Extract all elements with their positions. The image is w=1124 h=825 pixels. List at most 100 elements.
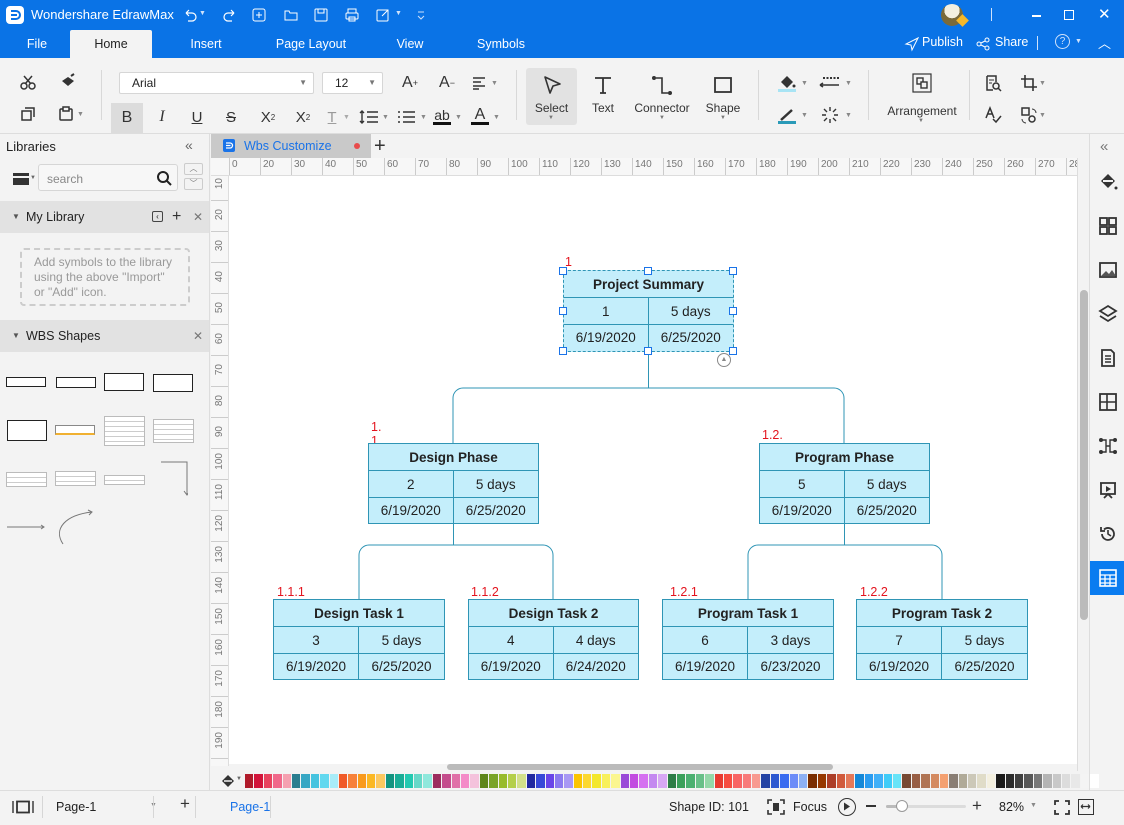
wbs-shape-underlined[interactable] xyxy=(55,425,95,435)
collapse-ribbon-icon[interactable]: ︿ xyxy=(1098,33,1111,52)
color-swatch[interactable] xyxy=(367,774,376,788)
effects-dropdown-icon[interactable]: ▼ xyxy=(845,112,852,119)
color-swatch[interactable] xyxy=(291,774,301,788)
page-select[interactable]: Page-1 ▼ xyxy=(43,795,157,819)
color-swatch[interactable] xyxy=(1033,774,1043,788)
color-swatch[interactable] xyxy=(1071,774,1080,788)
color-swatch[interactable] xyxy=(536,774,545,788)
tab-symbols[interactable]: Symbols xyxy=(462,30,540,58)
redo-icon[interactable] xyxy=(222,7,238,23)
replace-shape-icon[interactable] xyxy=(1018,104,1040,126)
color-swatch[interactable] xyxy=(658,774,667,788)
spell-check-icon[interactable] xyxy=(982,104,1004,126)
color-swatch[interactable] xyxy=(770,774,780,788)
color-swatch[interactable] xyxy=(846,774,855,788)
color-swatch[interactable] xyxy=(1052,774,1061,788)
wbs-shape-task-name[interactable] xyxy=(6,377,46,387)
line-color-dropdown-icon[interactable]: ▼ xyxy=(801,112,808,119)
connector-tool-button[interactable]: Connector ▼ xyxy=(630,68,694,125)
color-swatch[interactable] xyxy=(460,774,470,788)
color-swatch[interactable] xyxy=(921,774,930,788)
color-swatch[interactable] xyxy=(958,774,968,788)
color-swatch[interactable] xyxy=(376,774,385,788)
wbs-node-program-task-1[interactable]: Program Task 1 6 3 days 6/19/2020 6/23/2… xyxy=(662,599,834,680)
highlight-dropdown-icon[interactable]: ▼ xyxy=(455,114,462,121)
replace-shape-dropdown-icon[interactable]: ▼ xyxy=(1039,112,1046,119)
wbs-shape-elbow-connector[interactable] xyxy=(160,461,188,497)
horizontal-scrollbar[interactable] xyxy=(229,764,1077,771)
export-icon[interactable] xyxy=(375,7,391,23)
help-icon[interactable]: ? xyxy=(1055,34,1070,49)
wbs-node-program-phase[interactable]: Program Phase 5 5 days 6/19/2020 6/25/20… xyxy=(759,443,930,524)
color-swatch[interactable] xyxy=(733,774,742,788)
line-style-icon[interactable] xyxy=(819,73,841,93)
wbs-shape-task-full[interactable] xyxy=(7,420,47,441)
resize-handle-n[interactable] xyxy=(644,267,652,275)
wbs-node-design-task-1[interactable]: Design Task 1 3 5 days 6/19/2020 6/25/20… xyxy=(273,599,445,680)
presentation-icon[interactable] xyxy=(1098,480,1118,500)
select-tool-button[interactable]: Select ▼ xyxy=(526,68,577,125)
share-button[interactable]: Share xyxy=(995,35,1028,49)
bullets-dropdown-icon[interactable]: ▼ xyxy=(420,114,427,121)
color-swatch[interactable] xyxy=(432,774,442,788)
color-swatch[interactable] xyxy=(639,774,648,788)
color-swatch[interactable] xyxy=(1043,774,1052,788)
bold-button[interactable]: B xyxy=(111,103,143,133)
color-swatch[interactable] xyxy=(517,774,526,788)
wbs-shape-task-cost[interactable] xyxy=(56,377,96,388)
color-swatch[interactable] xyxy=(761,774,770,788)
color-swatch[interactable] xyxy=(404,774,414,788)
resize-handle-ne[interactable] xyxy=(729,267,737,275)
paste-dropdown-icon[interactable]: ▼ xyxy=(77,111,84,118)
font-color-icon[interactable]: A xyxy=(470,105,490,127)
color-swatch[interactable] xyxy=(874,774,883,788)
color-swatch[interactable] xyxy=(1080,774,1090,788)
close-window-button[interactable]: ✕ xyxy=(1098,5,1111,23)
scroll-down-button[interactable]: ﹀ xyxy=(184,178,203,190)
color-swatch[interactable] xyxy=(479,774,489,788)
library-manager-icon[interactable] xyxy=(12,172,30,186)
wbs-shape-straight-connector[interactable] xyxy=(6,523,46,531)
library-manager-dropdown-icon[interactable]: ▼ xyxy=(30,175,36,181)
drawing-canvas[interactable]: 1 Project Summary 1 5 days 6/19/2020 6/2… xyxy=(229,176,1077,764)
color-swatch[interactable] xyxy=(789,774,799,788)
color-swatch[interactable] xyxy=(385,774,395,788)
color-swatch[interactable] xyxy=(507,774,517,788)
color-swatch[interactable] xyxy=(329,774,338,788)
line-color-icon[interactable] xyxy=(776,104,798,126)
color-swatch[interactable] xyxy=(817,774,827,788)
wbs-shape-table-small[interactable] xyxy=(6,472,47,487)
color-swatch[interactable] xyxy=(902,774,911,788)
color-swatch[interactable] xyxy=(752,774,761,788)
focus-icon[interactable] xyxy=(767,799,785,815)
color-swatch[interactable] xyxy=(836,774,845,788)
tab-home[interactable]: Home xyxy=(70,30,152,58)
color-swatch[interactable] xyxy=(489,774,498,788)
tab-page-layout[interactable]: Page Layout xyxy=(256,30,366,58)
wbs-shape-curved-connector[interactable] xyxy=(55,509,95,545)
fill-bucket-dropdown-icon[interactable]: ▼ xyxy=(236,776,242,782)
history-icon[interactable] xyxy=(1098,524,1118,544)
layers-icon[interactable] xyxy=(1098,304,1118,324)
add-subtopic-icon[interactable]: ▲ xyxy=(717,353,731,367)
minimize-button[interactable] xyxy=(1032,15,1041,17)
color-swatch[interactable] xyxy=(986,774,996,788)
color-swatch[interactable] xyxy=(892,774,902,788)
color-swatch[interactable] xyxy=(808,774,817,788)
subscript-button[interactable]: X2 xyxy=(291,106,315,128)
zoom-level[interactable]: 82% xyxy=(999,800,1024,814)
export-dropdown-icon[interactable]: ▼ xyxy=(395,10,402,17)
strikethrough-button[interactable]: S xyxy=(221,106,241,128)
format-painter-icon[interactable] xyxy=(58,72,78,92)
fit-width-icon[interactable] xyxy=(1078,799,1094,815)
resize-handle-w[interactable] xyxy=(559,307,567,315)
align-icon[interactable] xyxy=(470,74,490,92)
color-swatch[interactable] xyxy=(930,774,939,788)
close-wbs-shapes-icon[interactable]: ✕ xyxy=(193,320,203,352)
color-swatch[interactable] xyxy=(996,774,1005,788)
color-swatch[interactable] xyxy=(470,774,479,788)
increase-font-icon[interactable]: A + xyxy=(400,73,420,93)
superscript-button[interactable]: X2 xyxy=(256,106,280,128)
bullets-icon[interactable] xyxy=(396,107,418,127)
cut-icon[interactable] xyxy=(18,72,38,92)
